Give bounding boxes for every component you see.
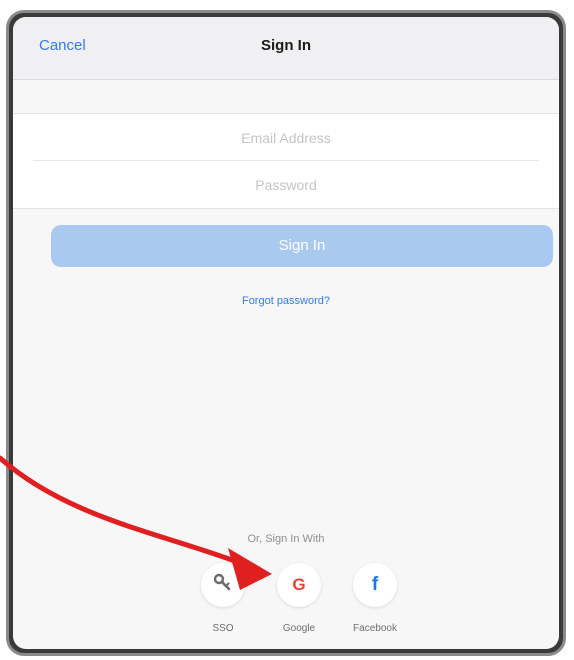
sso-label: SSO (212, 623, 234, 634)
sign-in-sheet: Cancel Sign In Sign In Forgot password? … (13, 17, 559, 649)
credentials-group (13, 113, 559, 209)
facebook-button[interactable]: f (353, 563, 397, 607)
page-title: Sign In (261, 37, 311, 54)
password-field[interactable] (33, 161, 539, 209)
google-label: Google (282, 623, 316, 634)
social-sign-in-heading: Or, Sign In With (247, 533, 325, 545)
sso-button[interactable] (201, 563, 245, 607)
navigation-bar: Cancel Sign In (13, 17, 559, 80)
facebook-icon: f (371, 574, 379, 595)
key-icon (213, 573, 233, 598)
forgot-password-link[interactable]: Forgot password? (13, 295, 559, 307)
device-frame: Cancel Sign In Sign In Forgot password? … (6, 10, 566, 656)
facebook-label: Facebook (353, 623, 397, 634)
google-icon: G (292, 575, 306, 594)
email-field[interactable] (33, 114, 539, 162)
google-button[interactable]: G (277, 563, 321, 607)
sign-in-button[interactable]: Sign In (51, 225, 553, 267)
